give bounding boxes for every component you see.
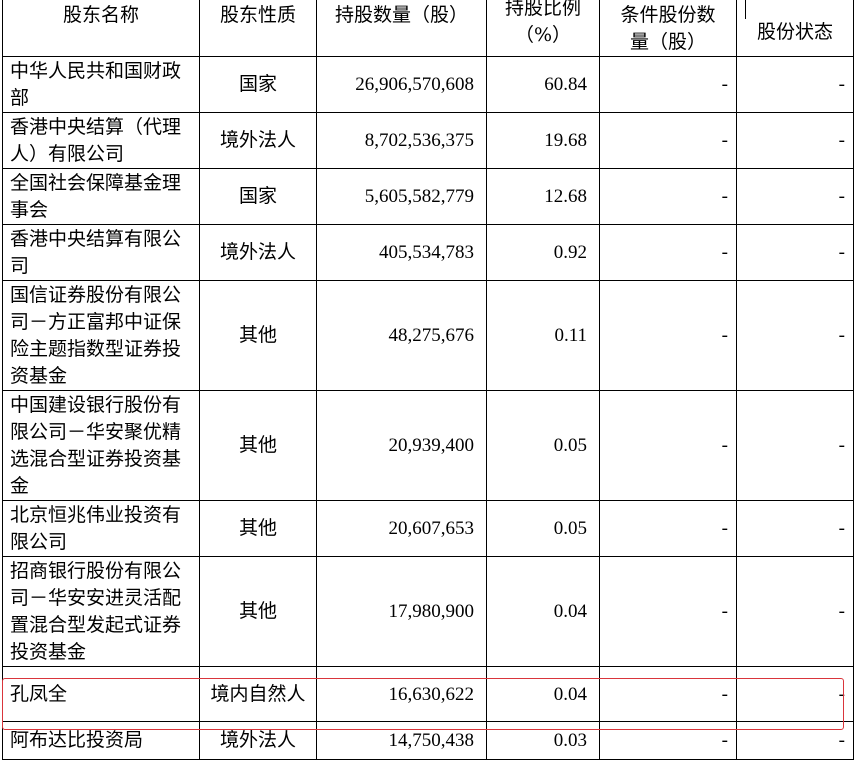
cell-ratio: 0.04 (486, 666, 600, 722)
cell-shares: 14,750,438 (316, 721, 487, 760)
cell-name: 全国社会保障基金理事会 (2, 168, 200, 225)
table-row: 国信证券股份有限公司－方正富邦中证保险主题指数型证券投资基金 其他 48,275… (2, 280, 854, 391)
table-row: 中华人民共和国财政部 国家 26,906,570,608 60.84 - - (2, 56, 854, 113)
cell-shares: 8,702,536,375 (316, 112, 487, 169)
cell-ratio: 12.68 (486, 168, 600, 225)
cell-name: 孔凤全 (2, 666, 200, 722)
cell-ratio: 0.05 (486, 390, 600, 501)
cell-conditional: - (599, 56, 737, 113)
header-cond-line2: 量（股） (629, 31, 706, 53)
cell-conditional: - (599, 500, 737, 557)
cell-shares: 20,607,653 (316, 500, 487, 557)
cell-conditional: - (599, 280, 737, 391)
cell-name: 香港中央结算（代理人）有限公司 (2, 112, 200, 169)
header-ratio: 持股比例 （%） (486, 0, 600, 57)
header-ratio-line1: 持股比例 (504, 0, 581, 19)
cell-type: 其他 (199, 556, 317, 667)
cell-conditional: - (599, 168, 737, 225)
shareholder-table: 股东名称 股东性质 持股数量（股） 持股比例 （%） 条件股份数 量（股） 股份… (2, 0, 854, 760)
cell-shares: 16,630,622 (316, 666, 487, 722)
cell-status: - (736, 390, 854, 501)
shareholder-table-wrapper: 股东名称 股东性质 持股数量（股） 持股比例 （%） 条件股份数 量（股） 股份… (0, 0, 855, 760)
header-gap (737, 0, 746, 19)
table-row: 招商银行股份有限公司－华安安进灵活配置混合型发起式证券投资基金 其他 17,98… (2, 556, 854, 667)
cell-ratio: 19.68 (486, 112, 600, 169)
cell-conditional: - (599, 112, 737, 169)
cell-status: - (736, 721, 854, 760)
header-type: 股东性质 (199, 0, 317, 57)
cell-name: 香港中央结算有限公司 (2, 224, 200, 281)
cell-conditional: - (599, 224, 737, 281)
table-row: 阿布达比投资局 境外法人 14,750,438 0.03 - - (2, 721, 854, 760)
cell-name: 中国建设银行股份有限公司－华安聚优精选混合型证券投资基金 (2, 390, 200, 501)
cell-type: 其他 (199, 500, 317, 557)
cell-type: 其他 (199, 280, 317, 391)
header-status-label: 股份状态 (756, 21, 833, 43)
cell-type: 国家 (199, 56, 317, 113)
cell-shares: 48,275,676 (316, 280, 487, 391)
cell-status: - (736, 56, 854, 113)
table-row: 北京恒兆伟业投资有限公司 其他 20,607,653 0.05 - - (2, 500, 854, 557)
cell-ratio: 0.05 (486, 500, 600, 557)
cell-shares: 17,980,900 (316, 556, 487, 667)
table-row: 中国建设银行股份有限公司－华安聚优精选混合型证券投资基金 其他 20,939,4… (2, 390, 854, 501)
cell-name: 阿布达比投资局 (2, 721, 200, 760)
cell-ratio: 0.03 (486, 721, 600, 760)
header-shares: 持股数量（股） (316, 0, 487, 57)
cell-type: 国家 (199, 168, 317, 225)
cell-conditional: - (599, 666, 737, 722)
cell-conditional: - (599, 721, 737, 760)
cell-shares: 5,605,582,779 (316, 168, 487, 225)
cell-name: 招商银行股份有限公司－华安安进灵活配置混合型发起式证券投资基金 (2, 556, 200, 667)
cell-ratio: 0.92 (486, 224, 600, 281)
cell-status: - (736, 280, 854, 391)
table-row: 香港中央结算（代理人）有限公司 境外法人 8,702,536,375 19.68… (2, 112, 854, 169)
header-name: 股东名称 (2, 0, 200, 57)
cell-status: - (736, 556, 854, 667)
cell-shares: 20,939,400 (316, 390, 487, 501)
cell-type: 境外法人 (199, 721, 317, 760)
cell-status: - (736, 666, 854, 722)
cell-name: 中华人民共和国财政部 (2, 56, 200, 113)
cell-status: - (736, 500, 854, 557)
cell-type: 境外法人 (199, 224, 317, 281)
table-row-highlighted: 孔凤全 境内自然人 16,630,622 0.04 - - (2, 666, 854, 722)
cell-conditional: - (599, 556, 737, 667)
table-row: 全国社会保障基金理事会 国家 5,605,582,779 12.68 - - (2, 168, 854, 225)
cell-type: 其他 (199, 390, 317, 501)
table-row: 香港中央结算有限公司 境外法人 405,534,783 0.92 - - (2, 224, 854, 281)
cell-status: - (736, 168, 854, 225)
header-cond-line1: 条件股份数 (620, 4, 716, 26)
cell-status: - (736, 112, 854, 169)
header-status: 股份状态 (736, 0, 854, 57)
cell-ratio: 60.84 (486, 56, 600, 113)
cell-name: 北京恒兆伟业投资有限公司 (2, 500, 200, 557)
cell-shares: 405,534,783 (316, 224, 487, 281)
cell-conditional: - (599, 390, 737, 501)
cell-type: 境外法人 (199, 112, 317, 169)
header-conditional-shares: 条件股份数 量（股） (599, 0, 737, 57)
cell-shares: 26,906,570,608 (316, 56, 487, 113)
cell-status: - (736, 224, 854, 281)
header-row: 股东名称 股东性质 持股数量（股） 持股比例 （%） 条件股份数 量（股） 股份… (2, 0, 854, 57)
cell-type: 境内自然人 (199, 666, 317, 722)
cell-ratio: 0.11 (486, 280, 600, 391)
cell-name: 国信证券股份有限公司－方正富邦中证保险主题指数型证券投资基金 (2, 280, 200, 391)
header-ratio-line2: （%） (514, 24, 572, 46)
cell-ratio: 0.04 (486, 556, 600, 667)
